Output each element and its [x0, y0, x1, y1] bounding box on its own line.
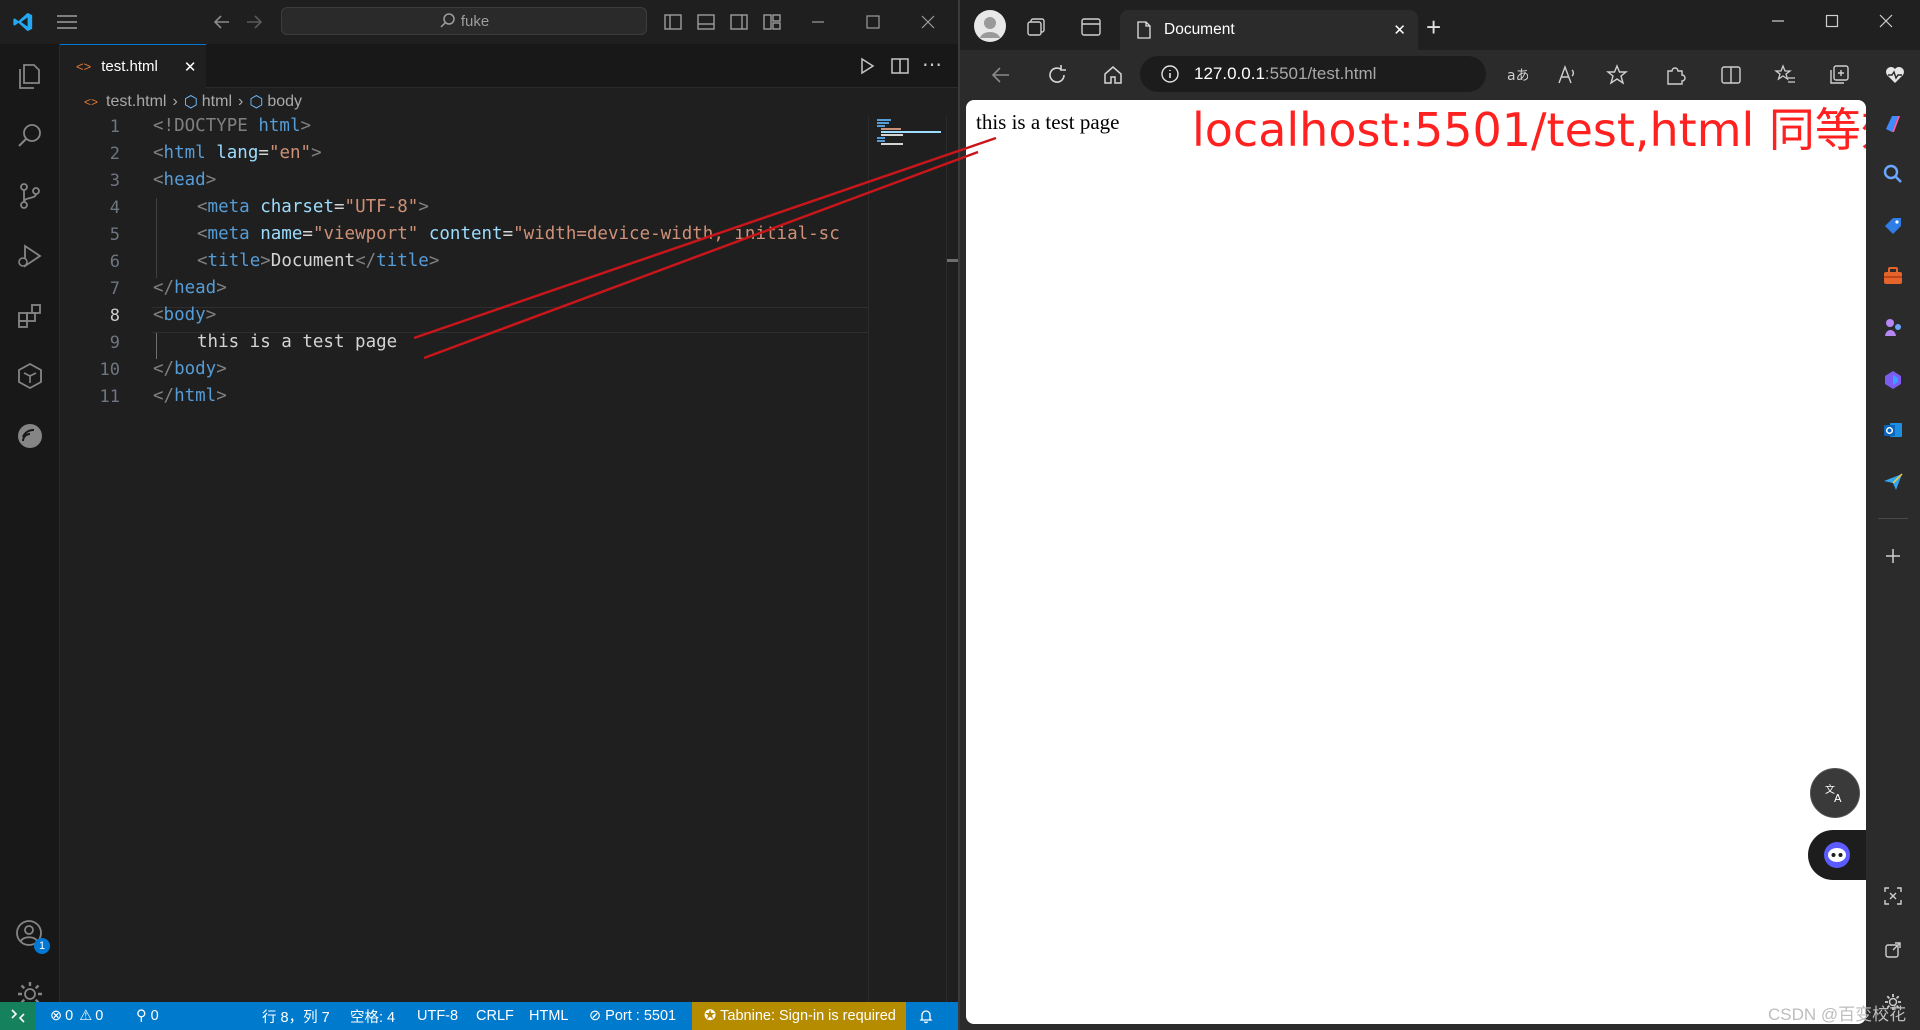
sidebar-send-icon[interactable] — [1868, 462, 1918, 502]
sidebar-games-icon[interactable] — [1868, 308, 1918, 348]
sidebar-screenshot-icon[interactable] — [1868, 876, 1918, 916]
bot-face-icon — [1824, 842, 1850, 868]
sidebar-tools-icon[interactable] — [1868, 256, 1918, 296]
sidebar-microsoft365-icon[interactable] — [1868, 360, 1918, 400]
sidebar-outlook-icon[interactable] — [1868, 410, 1918, 450]
sidebar-open-external-icon[interactable] — [1868, 930, 1918, 970]
csdn-watermark: CSDN @百变校花 — [1768, 1005, 1907, 1024]
annotation-lines — [413, 136, 997, 360]
annotation-line — [413, 136, 997, 340]
sidebar-search-icon[interactable] — [1868, 154, 1918, 194]
annotation-line — [423, 150, 979, 360]
svg-text:A: A — [1834, 792, 1842, 805]
translate-float-button[interactable]: 文A — [1810, 768, 1860, 818]
translate-icon: 文A — [1825, 783, 1842, 805]
sidebar-shopping-icon[interactable] — [1868, 206, 1918, 246]
sidebar-divider — [1878, 518, 1908, 519]
sidebar-copilot-icon[interactable] — [1868, 104, 1918, 144]
sidebar-add-icon[interactable] — [1868, 536, 1918, 576]
assistant-float-button[interactable] — [1808, 830, 1866, 880]
